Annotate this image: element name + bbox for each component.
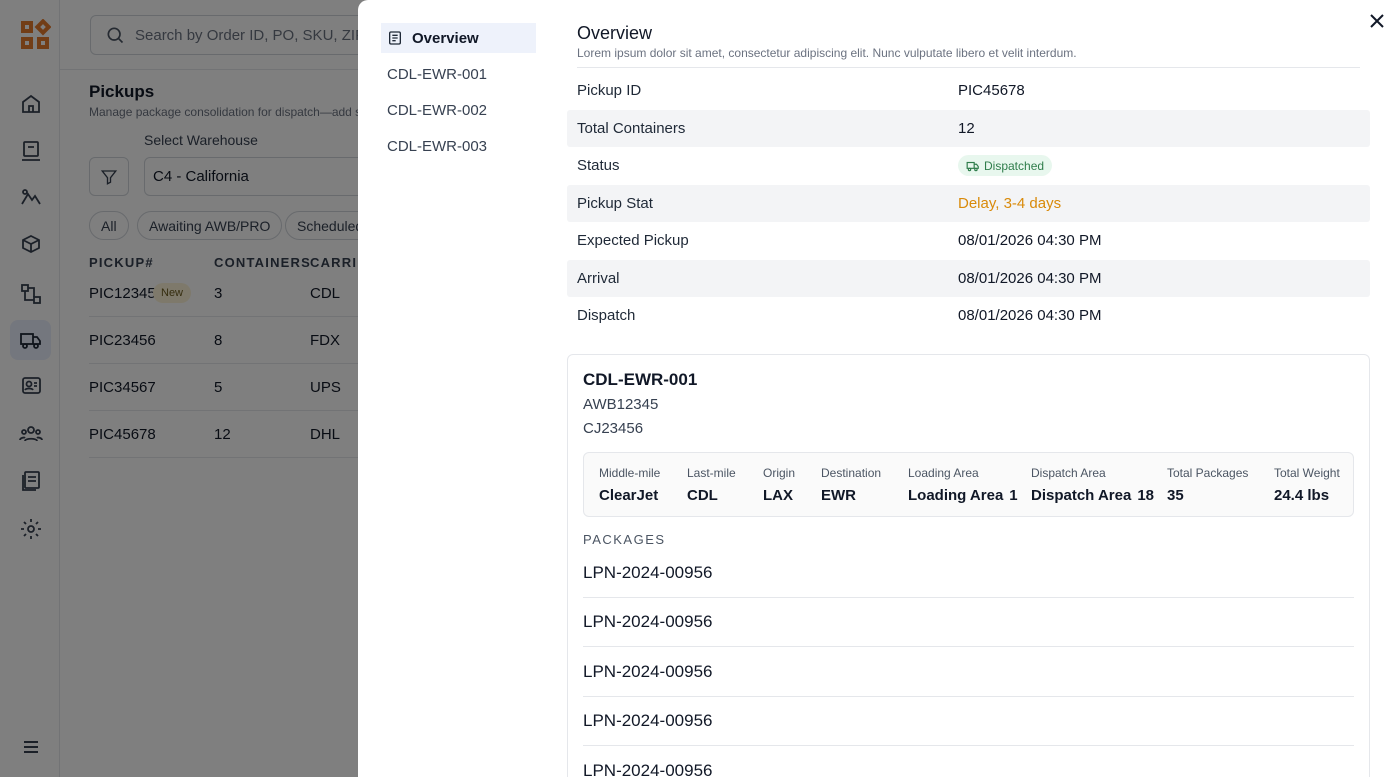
field-total-containers: Total Containers 12 [567, 109, 1370, 147]
stat-value: Loading Area 1 [908, 487, 1018, 504]
dispatch-area-name: Dispatch Area [1031, 487, 1132, 504]
container-ref: CJ23456 [583, 420, 644, 437]
field-label: Total Containers [577, 119, 686, 137]
overview-fields: Pickup ID PIC45678 Total Containers 12 S… [567, 72, 1370, 335]
close-icon [1370, 14, 1384, 28]
field-value: 08/01/2026 04:30 PM [958, 232, 1102, 250]
stat-value: Dispatch Area 18 [1031, 487, 1154, 504]
drawer-tab-label: CDL-EWR-001 [387, 65, 488, 83]
drawer-nav: Overview CDL-EWR-001 CDL-EWR-002 CDL-EWR… [381, 23, 536, 167]
stat-value: CDL [687, 487, 718, 504]
package-item[interactable]: LPN-2024-00956 [583, 746, 1354, 777]
stat-loading-area: Loading Area Loading Area 1 [908, 466, 1018, 504]
stat-label: Origin [763, 466, 796, 480]
stat-value: 24.4 lbs [1274, 487, 1330, 504]
package-item[interactable]: LPN-2024-00956 [583, 647, 1354, 697]
container-stats: Middle-mile ClearJet Last-mile CDL Origi… [583, 452, 1354, 517]
field-pickup-stat: Pickup Stat Delay, 3-4 days [567, 184, 1370, 222]
field-status: Status Dispatched [567, 147, 1370, 185]
stat-value: 35 [1167, 487, 1184, 504]
field-arrival: Arrival 08/01/2026 04:30 PM [567, 259, 1370, 297]
stat-total-weight: Total Weight 24.4 lbs [1274, 466, 1340, 504]
status-badge: Dispatched [958, 155, 1053, 176]
stat-label: Dispatch Area [1031, 466, 1106, 480]
truck-icon [966, 161, 979, 171]
package-item[interactable]: LPN-2024-00956 [583, 548, 1354, 598]
field-value: 08/01/2026 04:30 PM [958, 307, 1102, 325]
divider [577, 67, 1360, 68]
stat-value: ClearJet [599, 487, 659, 504]
field-label: Status [577, 157, 620, 175]
packages-heading: PACKAGES [583, 532, 666, 547]
container-awb: AWB12345 [583, 396, 659, 413]
stat-last-mile: Last-mile CDL [687, 466, 736, 504]
drawer-tab-container-2[interactable]: CDL-EWR-002 [381, 95, 536, 125]
field-expected-pickup: Expected Pickup 08/01/2026 04:30 PM [567, 222, 1370, 260]
field-dispatch: Dispatch 08/01/2026 04:30 PM [567, 297, 1370, 335]
field-pickup-id: Pickup ID PIC45678 [567, 72, 1370, 110]
loading-area-name: Loading Area [908, 487, 1004, 504]
stat-label: Middle-mile [599, 466, 661, 480]
drawer-tab-label: CDL-EWR-002 [387, 101, 488, 119]
drawer-tab-container-1[interactable]: CDL-EWR-001 [381, 59, 536, 89]
container-title: CDL-EWR-001 [583, 370, 698, 389]
stat-label: Destination [821, 466, 882, 480]
status-text: Dispatched [984, 158, 1045, 173]
stat-label: Total Packages [1167, 466, 1249, 480]
dispatch-area-number: 18 [1137, 487, 1154, 504]
field-value: Delay, 3-4 days [958, 194, 1062, 212]
package-item[interactable]: LPN-2024-00956 [583, 696, 1354, 746]
field-label: Dispatch [577, 307, 636, 325]
stat-label: Last-mile [687, 466, 736, 480]
field-label: Pickup ID [577, 82, 642, 100]
package-item[interactable]: LPN-2024-00956 [583, 597, 1354, 647]
stat-origin: Origin LAX [763, 466, 795, 504]
stat-label: Loading Area [908, 466, 979, 480]
field-value: 08/01/2026 04:30 PM [958, 269, 1102, 287]
stat-value: EWR [821, 487, 856, 504]
overview-description: Lorem ipsum dolor sit amet, consectetur … [577, 46, 1077, 60]
field-label: Pickup Stat [577, 194, 653, 212]
field-label: Expected Pickup [577, 232, 689, 250]
close-button[interactable] [1368, 12, 1386, 30]
field-value: 12 [958, 119, 975, 137]
status-value: Dispatched [958, 155, 1053, 177]
stat-value: LAX [763, 487, 793, 504]
field-label: Arrival [577, 269, 620, 287]
drawer-tab-overview[interactable]: Overview [381, 23, 536, 53]
container-card: CDL-EWR-001 AWB12345 CJ23456 Middle-mile… [567, 354, 1370, 777]
stat-label: Total Weight [1274, 466, 1340, 480]
drawer-tab-container-3[interactable]: CDL-EWR-003 [381, 131, 536, 161]
stat-middle-mile: Middle-mile ClearJet [599, 466, 660, 504]
document-icon [389, 31, 401, 45]
overview-title: Overview [577, 23, 653, 43]
drawer-tab-label: Overview [412, 29, 479, 47]
stat-destination: Destination EWR [821, 466, 881, 504]
stat-total-packages: Total Packages 35 [1167, 466, 1248, 504]
pickup-detail-drawer: Overview CDL-EWR-001 CDL-EWR-002 CDL-EWR… [358, 0, 1400, 777]
stat-dispatch-area: Dispatch Area Dispatch Area 18 [1031, 466, 1154, 504]
drawer-tab-label: CDL-EWR-003 [387, 137, 488, 155]
loading-area-number: 1 [1009, 487, 1018, 504]
field-value: PIC45678 [958, 82, 1025, 100]
